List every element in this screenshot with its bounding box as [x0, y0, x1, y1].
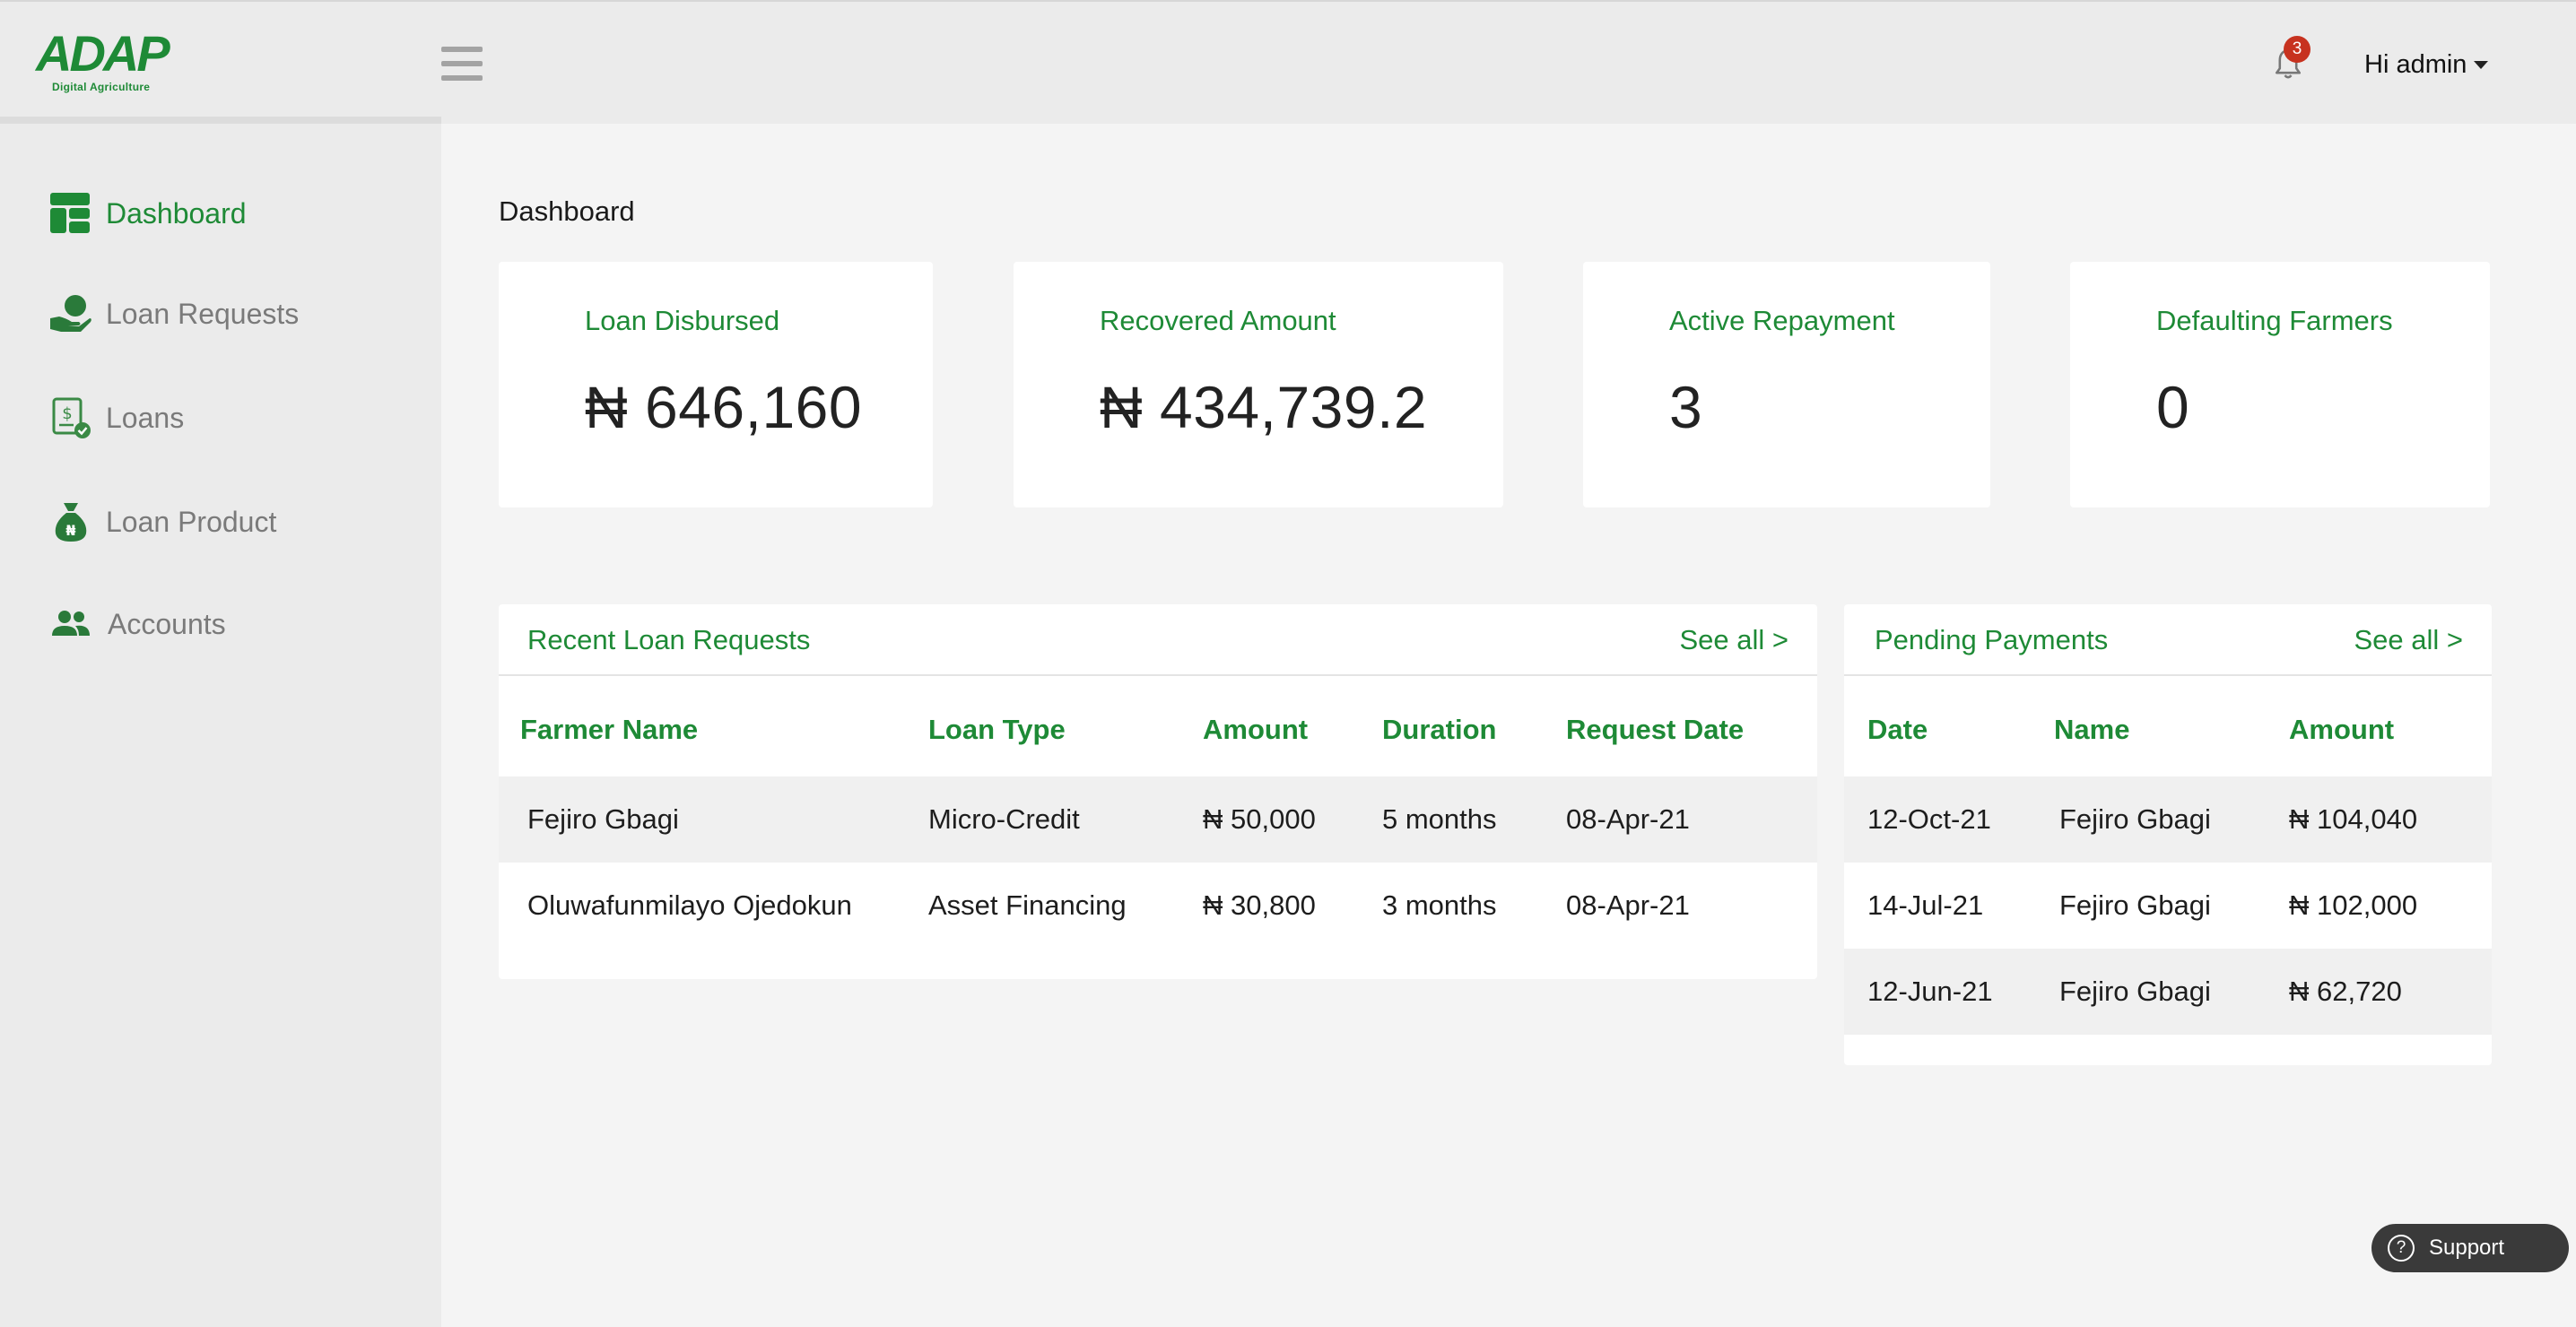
column-header[interactable]: Duration — [1382, 676, 1566, 776]
table-row[interactable]: 12-Oct-21 Fejiro Gbagi ₦ 104,040 — [1844, 776, 2492, 863]
table-cell: 08-Apr-21 — [1566, 776, 1817, 863]
brand-name: ADAP — [36, 25, 170, 82]
column-header[interactable]: Amount — [2289, 676, 2492, 776]
page-title: Dashboard — [499, 195, 635, 227]
stat-card-loan-disbursed: Loan Disbursed ₦ 646,160 — [499, 262, 933, 507]
stat-label: Loan Disbursed — [585, 305, 780, 336]
loans-icon: $ — [52, 397, 91, 438]
column-header[interactable]: Date — [1844, 676, 2050, 776]
table-cell: 08-Apr-21 — [1566, 889, 1690, 921]
recent-loan-requests-table: Farmer Name Loan Type Amount Duration Re… — [499, 676, 1817, 949]
loan-requests-icon — [50, 295, 91, 332]
sidebar-item-dashboard[interactable]: Dashboard — [48, 188, 247, 239]
stat-value: 0 — [2156, 374, 2190, 440]
stat-value: 3 — [1669, 374, 1703, 440]
support-button[interactable]: ? Support — [2371, 1224, 2569, 1272]
chevron-down-icon — [2474, 60, 2489, 69]
sidebar-item-accounts[interactable]: Accounts — [48, 599, 226, 649]
sidebar-item-loans[interactable]: $ Loans — [48, 393, 184, 443]
sidebar-item-label: Loans — [106, 401, 185, 434]
table-header-row: Farmer Name Loan Type Amount Duration Re… — [499, 676, 1817, 776]
stat-label: Defaulting Farmers — [2156, 305, 2393, 336]
help-icon: ? — [2388, 1235, 2415, 1262]
panel-header: Recent Loan Requests See all > — [499, 604, 1817, 676]
support-label: Support — [2429, 1236, 2505, 1260]
stat-card-active-repayment: Active Repayment 3 — [1583, 262, 1990, 507]
table-cell: Fejiro Gbagi — [2050, 776, 2289, 863]
table-cell: Micro-Credit — [928, 776, 1203, 863]
table-cell: ₦ 62,720 — [2289, 949, 2492, 1035]
stat-label: Recovered Amount — [1100, 305, 1336, 336]
table-cell: ₦ 104,040 — [2289, 776, 2492, 863]
table-cell: 5 months — [1382, 776, 1566, 863]
sidebar-item-loan-requests[interactable]: Loan Requests — [48, 289, 299, 339]
table-row[interactable]: Fejiro Gbagi Micro-Credit ₦ 50,000 5 mon… — [499, 776, 1817, 863]
column-header[interactable]: Request Date — [1566, 676, 1817, 776]
money-bag-icon: ₦ — [55, 503, 87, 542]
table-cell: 14-Jul-21 — [1867, 889, 1984, 921]
sidebar-item-label: Accounts — [108, 607, 226, 640]
column-header[interactable]: Loan Type — [928, 676, 1203, 776]
stat-value: ₦ 434,739.2 — [1100, 374, 1428, 440]
see-all-link[interactable]: See all > — [2354, 624, 2463, 656]
stat-card-defaulting-farmers: Defaulting Farmers 0 — [2070, 262, 2490, 507]
sidebar-item-label: Loan Product — [106, 505, 277, 538]
table-cell: Fejiro Gbagi — [499, 776, 928, 863]
table-row[interactable]: 12-Jun-21 Fejiro Gbagi ₦ 62,720 — [1844, 949, 2492, 1035]
see-all-link[interactable]: See all > — [1679, 624, 1788, 656]
panel-header: Pending Payments See all > — [1844, 604, 2492, 676]
recent-loan-requests-panel: Recent Loan Requests See all > Farmer Na… — [499, 604, 1817, 979]
column-header[interactable]: Amount — [1203, 676, 1382, 776]
table-cell: 12-Oct-21 — [1844, 776, 2050, 863]
pending-payments-table: Date Name Amount 12-Oct-21 Fejiro Gbagi … — [1844, 676, 2492, 1035]
brand-logo[interactable]: ADAP Digital Agriculture — [36, 29, 170, 100]
table-cell: Fejiro Gbagi — [2050, 949, 2289, 1035]
sidebar: Dashboard Loan Requests $ Loans ₦ Loan P… — [0, 117, 441, 1327]
menu-toggle-icon[interactable] — [441, 47, 483, 81]
stat-card-recovered-amount: Recovered Amount ₦ 434,739.2 — [1014, 262, 1503, 507]
panel-title: Recent Loan Requests — [527, 624, 811, 655]
table-cell: 12-Jun-21 — [1844, 949, 2050, 1035]
table-cell: Oluwafunmilayo Ojedokun — [527, 889, 852, 921]
column-header[interactable]: Farmer Name — [499, 676, 928, 776]
notification-badge: 3 — [2284, 36, 2311, 63]
user-greeting: Hi admin — [2364, 49, 2467, 79]
sidebar-item-label: Loan Requests — [106, 297, 300, 330]
table-cell: Asset Financing — [928, 889, 1127, 921]
stat-label: Active Repayment — [1669, 305, 1895, 336]
table-cell: ₦ 30,800 — [1203, 889, 1316, 921]
stat-value: ₦ 646,160 — [585, 374, 863, 440]
table-cell: Fejiro Gbagi — [2059, 889, 2211, 921]
table-cell: 3 months — [1382, 889, 1497, 921]
user-menu[interactable]: Hi admin — [2364, 48, 2489, 81]
column-header[interactable]: Name — [2050, 676, 2289, 776]
pending-payments-panel: Pending Payments See all > Date Name Amo… — [1844, 604, 2492, 1065]
top-header: ADAP Digital Agriculture — [0, 0, 2576, 124]
table-cell: ₦ 102,000 — [2289, 889, 2418, 921]
svg-text:$: $ — [62, 404, 72, 423]
table-row[interactable]: Oluwafunmilayo Ojedokun Asset Financing … — [499, 863, 1817, 949]
table-header-row: Date Name Amount — [1844, 676, 2492, 776]
brand-tagline: Digital Agriculture — [52, 81, 151, 93]
panel-title: Pending Payments — [1875, 624, 2109, 655]
users-icon — [52, 611, 90, 636]
table-cell: ₦ 50,000 — [1203, 776, 1382, 863]
table-row[interactable]: 14-Jul-21 Fejiro Gbagi ₦ 102,000 — [1844, 863, 2492, 949]
sidebar-item-label: Dashboard — [106, 196, 247, 230]
svg-text:₦: ₦ — [65, 522, 75, 539]
dashboard-icon — [50, 193, 90, 233]
sidebar-item-loan-product[interactable]: ₦ Loan Product — [48, 497, 276, 547]
